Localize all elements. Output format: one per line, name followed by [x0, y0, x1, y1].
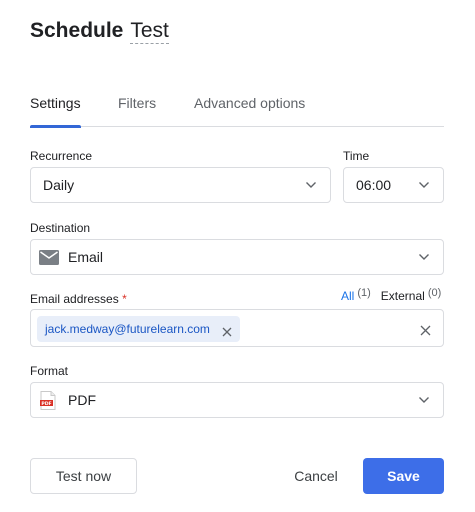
- destination-label: Destination: [30, 221, 91, 235]
- recipient-filter: All (1) External (0): [341, 287, 442, 303]
- email-addresses-input[interactable]: jack.medway@futurelearn.com: [30, 309, 444, 347]
- recurrence-value: Daily: [43, 177, 75, 193]
- tab-advanced-options[interactable]: Advanced options: [194, 94, 305, 127]
- time-select[interactable]: 06:00: [343, 167, 444, 203]
- remove-chip-icon[interactable]: [222, 324, 232, 337]
- chevron-down-icon: [418, 253, 430, 261]
- email-chip-value: jack.medway@futurelearn.com: [45, 322, 210, 336]
- pdf-file-icon: PDF: [40, 390, 56, 410]
- cancel-button[interactable]: Cancel: [286, 458, 346, 494]
- filter-all-link[interactable]: All: [341, 289, 354, 303]
- save-button[interactable]: Save: [363, 458, 444, 494]
- required-indicator: *: [122, 292, 127, 306]
- filter-external-link[interactable]: External: [381, 289, 425, 303]
- schedule-name-editable[interactable]: Test: [130, 19, 169, 44]
- filter-all-count: (1): [357, 287, 371, 299]
- chevron-down-icon: [305, 181, 317, 189]
- format-label: Format: [30, 364, 69, 378]
- destination-value: Email: [68, 249, 104, 265]
- time-label: Time: [343, 149, 370, 163]
- test-now-button[interactable]: Test now: [30, 458, 137, 494]
- format-select[interactable]: PDF PDF: [30, 382, 444, 418]
- email-addresses-label-text: Email addresses: [30, 292, 119, 306]
- tab-filters[interactable]: Filters: [118, 94, 156, 127]
- pdf-icon-label: PDF: [41, 400, 51, 406]
- time-value: 06:00: [356, 177, 392, 193]
- filter-external-count: (0): [427, 287, 442, 299]
- chevron-down-icon: [418, 396, 430, 404]
- recurrence-label: Recurrence: [30, 149, 93, 163]
- email-chip: jack.medway@futurelearn.com: [37, 316, 240, 342]
- email-addresses-label: Email addresses *: [30, 292, 127, 306]
- recurrence-select[interactable]: Daily: [30, 167, 331, 203]
- chevron-down-icon: [418, 181, 430, 189]
- tab-bar: Settings Filters Advanced options: [30, 94, 444, 128]
- dialog-title: Schedule Test: [30, 19, 169, 47]
- destination-select[interactable]: Email: [30, 239, 444, 275]
- clear-all-icon[interactable]: [420, 323, 431, 336]
- dialog-title-prefix: Schedule: [30, 19, 124, 42]
- envelope-icon: [39, 249, 59, 265]
- tab-settings[interactable]: Settings: [30, 94, 81, 128]
- format-value: PDF: [68, 392, 96, 408]
